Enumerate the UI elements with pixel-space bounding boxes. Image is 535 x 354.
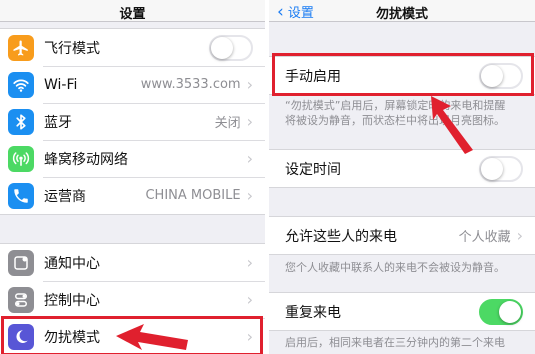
allow-calls-row[interactable]: 允许这些人的来电 个人收藏 ›	[269, 217, 535, 254]
do-not-disturb-pane: ‹ 设置 勿扰模式 手动启用 “勿扰模式”启用后，屏幕锁定时的来电和提醒 将被设…	[269, 0, 535, 354]
page-title: 设置	[119, 7, 146, 22]
page-title: 勿扰模式	[375, 7, 428, 22]
settings-row-carrier[interactable]: 运营商 CHINA MOBILE ›	[0, 177, 265, 214]
settings-row-label: 飞行模式	[44, 40, 100, 57]
manual-group: 手动启用	[269, 56, 535, 95]
repeat-calls-row[interactable]: 重复来电	[269, 293, 535, 330]
settings-row-control-center[interactable]: 控制中心 ›	[0, 281, 265, 318]
settings-row-airplane[interactable]: 飞行模式	[0, 29, 265, 66]
moon-icon	[8, 323, 34, 350]
settings-row-bluetooth[interactable]: 蓝牙 关闭 ›	[0, 103, 265, 140]
settings-row-label: Wi-Fi	[44, 76, 78, 93]
manual-toggle[interactable]	[479, 62, 523, 89]
manual-note: “勿扰模式”启用后，屏幕锁定时的来电和提醒 将被设为静音，而状态栏中将出现月亮图…	[285, 98, 521, 128]
navigation-bar: ‹ 设置 勿扰模式	[269, 0, 535, 22]
allow-calls-group: 允许这些人的来电 个人收藏 ›	[269, 216, 535, 255]
settings-row-notification-center[interactable]: 通知中心 ›	[0, 244, 265, 281]
wifi-icon	[8, 71, 34, 98]
repeat-calls-label: 重复来电	[285, 304, 341, 321]
chevron-right-icon: ›	[246, 149, 253, 168]
settings-row-label: 蜂窝移动网络	[44, 151, 128, 168]
notification-center-icon	[8, 249, 34, 276]
chevron-right-icon: ›	[246, 186, 253, 205]
manual-row[interactable]: 手动启用	[269, 57, 535, 94]
scheduled-row[interactable]: 设定时间	[269, 150, 535, 187]
chevron-right-icon: ›	[246, 290, 253, 309]
manual-note-line-1: “勿扰模式”启用后，屏幕锁定时的来电和提醒	[285, 99, 506, 112]
cellular-icon	[8, 145, 34, 172]
repeat-calls-note: 启用后，相同来电者在三分钟内的第二个来电	[285, 336, 505, 349]
settings-row-value: CHINA MOBILE	[145, 188, 241, 203]
settings-row-label: 控制中心	[44, 292, 100, 309]
airplane-mode-toggle[interactable]	[209, 34, 253, 61]
settings-group-system: 通知中心 › 控制中心 › 勿扰模式 ›	[0, 243, 265, 354]
allow-calls-label: 允许这些人的来电	[285, 228, 397, 245]
allow-calls-value: 个人收藏	[458, 230, 511, 245]
allow-calls-note: 您个人收藏中联系人的来电不会被设为静音。	[285, 261, 505, 274]
repeat-calls-group: 重复来电	[269, 292, 535, 331]
manual-label: 手动启用	[285, 68, 341, 85]
settings-group-connectivity: 飞行模式 Wi-Fi www.3533.com › 蓝牙 关闭 › 蜂窝移动网络…	[0, 28, 265, 215]
settings-row-wifi[interactable]: Wi-Fi www.3533.com ›	[0, 66, 265, 103]
settings-row-label: 通知中心	[44, 255, 100, 272]
chevron-right-icon: ›	[246, 327, 253, 346]
settings-row-do-not-disturb[interactable]: 勿扰模式 ›	[0, 318, 265, 354]
scheduled-group: 设定时间	[269, 149, 535, 188]
settings-row-cellular[interactable]: 蜂窝移动网络 ›	[0, 140, 265, 177]
settings-pane: 设置 飞行模式 Wi-Fi www.3533.com › 蓝牙 关闭 › 蜂窝移…	[0, 0, 265, 354]
phone-icon	[8, 182, 34, 209]
control-center-icon	[8, 286, 34, 313]
manual-note-line-2: 将被设为静音，而状态栏中将出现月亮图标。	[285, 114, 505, 127]
bluetooth-icon	[8, 108, 34, 135]
settings-row-label: 蓝牙	[44, 114, 72, 131]
chevron-right-icon: ›	[246, 75, 253, 94]
settings-row-value: 关闭	[214, 116, 241, 131]
chevron-right-icon: ›	[246, 253, 253, 272]
repeat-calls-toggle[interactable]	[479, 298, 523, 325]
airplane-icon	[8, 34, 34, 61]
chevron-right-icon: ›	[246, 112, 253, 131]
settings-row-value: www.3533.com	[140, 77, 241, 92]
settings-row-label: 勿扰模式	[44, 329, 100, 346]
settings-row-label: 运营商	[44, 188, 86, 205]
scheduled-toggle[interactable]	[479, 155, 523, 182]
chevron-right-icon: ›	[516, 226, 523, 245]
navigation-bar: 设置	[0, 0, 265, 22]
scheduled-label: 设定时间	[285, 161, 341, 178]
